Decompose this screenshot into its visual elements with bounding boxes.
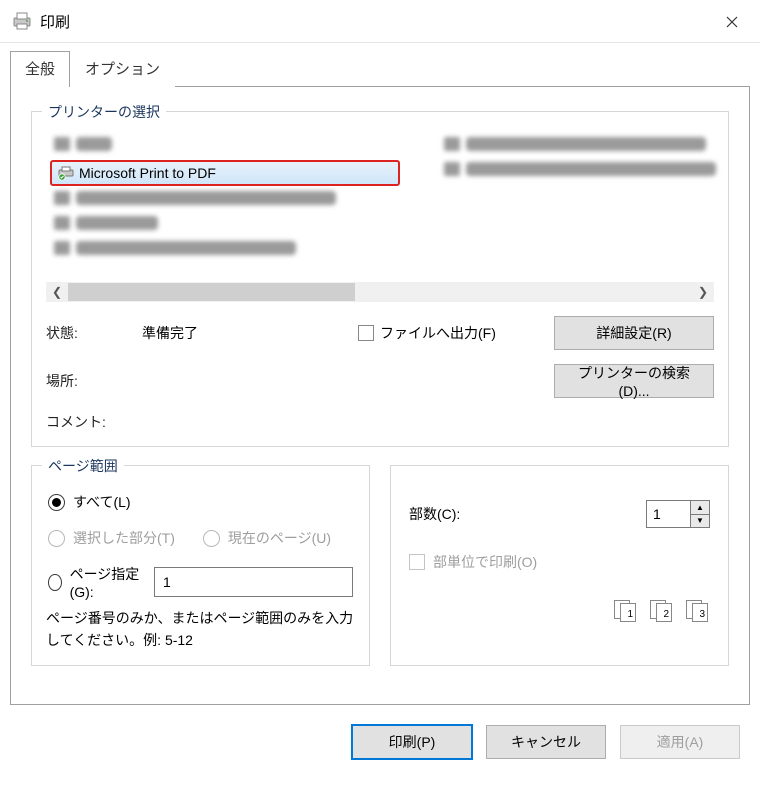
page-range-current: 現在のページ(U) [203,528,331,548]
collate-label: 部単位で印刷(O) [433,552,537,572]
window-title: 印刷 [40,11,70,32]
tab-options[interactable]: オプション [70,51,175,87]
scroll-thumb[interactable] [68,283,355,301]
status-state-label: 状態: [46,323,136,343]
page-range-current-label: 現在のページ(U) [228,528,331,548]
printer-app-icon [8,7,36,35]
status-location-label: 場所: [46,371,136,391]
collate-graphic: 1 1 2 2 3 3 [409,600,710,622]
tab-panel-general: プリンターの選択 [10,86,750,705]
page-range-legend: ページ範囲 [42,456,124,476]
find-printer-button[interactable]: プリンターの検索(D)... [554,364,714,398]
printer-list-scrollbar[interactable]: ❮ ❯ [46,282,714,302]
page-range-selection-label: 選択した部分(T) [73,528,175,548]
page-stack-icon: 3 3 [686,600,710,622]
printer-item-redacted[interactable] [54,237,444,259]
tab-strip: 全般 オプション [0,43,760,87]
printer-item-label: Microsoft Print to PDF [79,165,216,181]
titlebar: 印刷 [0,0,760,43]
printer-item-redacted[interactable] [444,158,724,180]
copies-spinner[interactable]: ▲ ▼ [646,500,710,528]
scroll-track[interactable] [68,282,692,302]
apply-button: 適用(A) [620,725,740,759]
cancel-button[interactable]: キャンセル [486,725,606,759]
tab-general[interactable]: 全般 [10,51,70,87]
printer-icon [58,166,74,180]
page-stack-icon: 1 1 [614,600,638,622]
printer-item-redacted[interactable] [444,133,724,155]
status-comment-label: コメント: [46,412,136,432]
page-range-all-label: すべて(L) [73,492,131,512]
copies-group: 部数(C): ▲ ▼ 部単位で印刷(O) 1 1 [390,465,729,666]
printer-item-selected[interactable]: Microsoft Print to PDF [50,160,400,186]
status-state-value: 準備完了 [142,323,352,343]
preferences-button[interactable]: 詳細設定(R) [554,316,714,350]
dialog-button-bar: 印刷(P) キャンセル 適用(A) [0,715,760,773]
printer-selection-legend: プリンターの選択 [42,102,166,122]
page-range-selection: 選択した部分(T) [48,528,175,548]
printer-list[interactable]: Microsoft Print to PDF [46,130,714,280]
output-to-file-label: ファイルへ出力(F) [380,323,496,343]
collate-checkbox [409,554,425,570]
copies-spin-up-icon[interactable]: ▲ [691,501,709,515]
page-range-hint: ページ番号のみか、またはページ範囲のみを入力してください。例: 5-12 [46,608,355,651]
output-to-file-checkbox[interactable] [358,325,374,341]
scroll-right-icon[interactable]: ❯ [692,282,714,302]
printer-selection-group: プリンターの選択 [31,111,729,447]
printer-item-redacted[interactable] [54,212,444,234]
close-button[interactable] [704,0,760,43]
collate-checkbox-row: 部単位で印刷(O) [409,552,710,572]
page-range-pages[interactable]: ページ指定(G): [48,564,142,600]
page-range-group: ページ範囲 すべて(L) 選択した部分(T) 現在のページ(U) ページ指 [31,465,370,666]
printer-item-redacted[interactable] [54,187,444,209]
print-button[interactable]: 印刷(P) [352,725,472,759]
page-range-pages-input[interactable] [154,567,353,597]
page-range-all[interactable]: すべて(L) [48,492,353,512]
page-range-pages-label: ページ指定(G): [70,564,142,600]
copies-input[interactable] [646,500,690,528]
copies-label: 部数(C): [409,504,460,524]
page-stack-icon: 2 2 [650,600,674,622]
copies-spin-down-icon[interactable]: ▼ [691,515,709,528]
printer-item-redacted[interactable] [54,133,444,155]
scroll-left-icon[interactable]: ❮ [46,282,68,302]
